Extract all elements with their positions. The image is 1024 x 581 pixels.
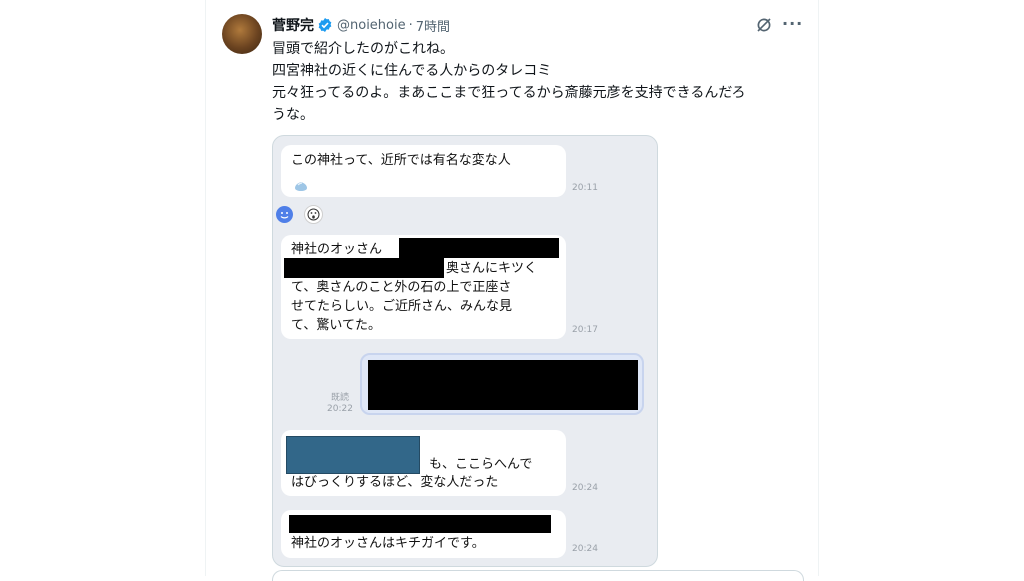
chat-screenshot-image[interactable]: この神社って、近所では有名な変な人 20:11 神社のオッさん 奥さんにキツく … — [272, 135, 658, 567]
tweet-text: 冒頭で紹介したのがこれね。 四宮神社の近くに住んでる人からのタレコミ 元々狂って… — [272, 38, 807, 126]
chat-message-text: この神社って、近所では有名な変な人 — [291, 153, 511, 168]
chat-bubble: 神社のオッさん 奥さんにキツく て、奥さんのこと外の石の上で正座さ せてたらしい… — [281, 235, 566, 339]
shocked-reaction-icon[interactable] — [304, 205, 323, 224]
tweet-timestamp[interactable]: 7時間 — [416, 16, 450, 35]
avatar[interactable] — [222, 14, 262, 54]
chat-bubble: も、ここらへんで はびっくりするほど、変な人だった — [281, 430, 566, 496]
message-time: 20:11 — [572, 183, 598, 193]
message-time: 20:24 — [572, 544, 598, 554]
separator-dot: · — [408, 17, 413, 33]
tweet-header: 菅野完 @noiehoie · 7時間 — [272, 14, 450, 36]
message-time: 20:24 — [572, 483, 598, 493]
message-time: 20:17 — [572, 325, 598, 335]
message-time: 20:22 — [327, 404, 353, 414]
chat-message-text: 神社のオッさん — [291, 242, 383, 257]
smile-reaction-icon[interactable] — [276, 206, 293, 223]
author-handle[interactable]: @noiehoie — [337, 18, 406, 33]
grok-icon[interactable] — [755, 16, 773, 34]
more-options-icon[interactable]: ··· — [782, 14, 802, 34]
tweet-line: 元々狂ってるのよ。まあここまで狂ってるから斎藤元彦を支持できるんだろ — [272, 85, 746, 101]
chat-message-text: 奥さんにキツく — [446, 261, 538, 276]
chat-message-text: も、ここらへんで — [429, 457, 533, 472]
chat-message-text: て、奥さんのこと外の石の上で正座さ — [291, 280, 512, 295]
timeline-right-border — [818, 0, 819, 576]
sweat-drop-icon — [295, 182, 307, 191]
tweet-line: 四宮神社の近くに住んでる人からのタレコミ — [272, 63, 552, 79]
chat-message-text: 神社のオッさんはキチガイです。 — [291, 536, 485, 551]
author-name[interactable]: 菅野完 — [272, 15, 314, 35]
blue-redaction-block — [286, 436, 420, 474]
chat-message-text: せてたらしい。ご近所さん、みんな見 — [291, 299, 513, 314]
redaction-bar — [399, 238, 559, 258]
redaction-bar — [368, 360, 638, 410]
chat-bubble: この神社って、近所では有名な変な人 — [281, 145, 566, 197]
verified-badge-icon — [317, 17, 333, 33]
chat-message-text: て、驚いてた。 — [291, 318, 381, 333]
tweet-line: うな。 — [272, 107, 314, 123]
chat-bubble: 神社のオッさんはキチガイです。 — [281, 510, 566, 558]
tweet-line: 冒頭で紹介したのがこれね。 — [272, 41, 454, 57]
timeline-left-border — [205, 0, 206, 576]
outgoing-chat-bubble — [360, 353, 644, 415]
read-receipt: 既読 — [331, 393, 350, 403]
redaction-bar — [284, 258, 444, 278]
chat-message-text: はびっくりするほど、変な人だった — [291, 475, 499, 490]
redaction-bar — [289, 515, 551, 533]
